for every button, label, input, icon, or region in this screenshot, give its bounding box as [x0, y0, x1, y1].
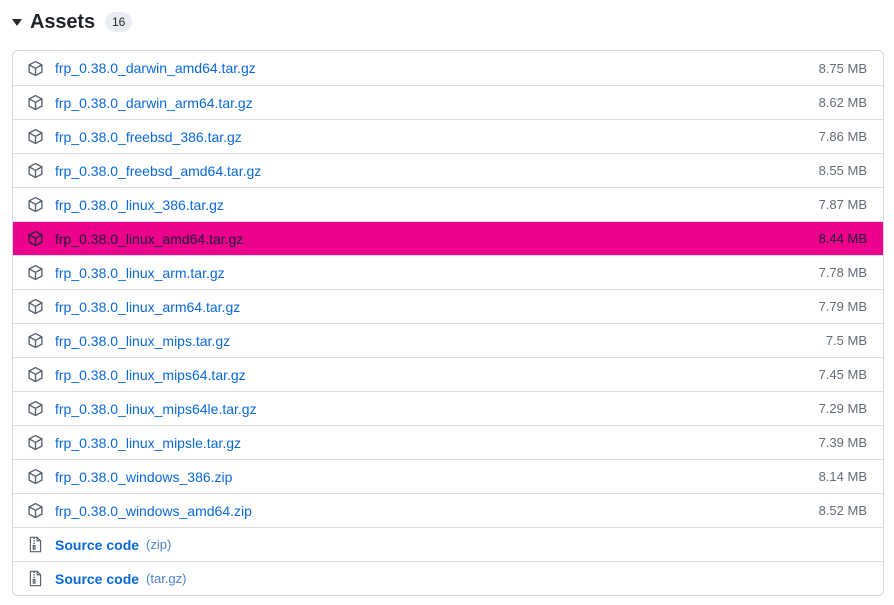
- asset-size: 8.62 MB: [818, 95, 867, 110]
- asset-name-link[interactable]: Source code: [55, 538, 139, 552]
- package-icon: [27, 502, 44, 519]
- assets-list: frp_0.38.0_darwin_amd64.tar.gz 8.75 MB frp…: [12, 50, 884, 596]
- package-icon: [27, 468, 44, 485]
- package-icon: [27, 162, 44, 179]
- package-icon: [27, 128, 44, 145]
- asset-row[interactable]: frp_0.38.0_darwin_arm64.tar.gz 8.62 MB: [13, 85, 883, 119]
- asset-size: 7.5 MB: [825, 333, 867, 348]
- asset-size: 7.79 MB: [818, 299, 867, 314]
- asset-name-link[interactable]: frp_0.38.0_linux_arm.tar.gz: [55, 266, 225, 280]
- asset-name-link[interactable]: Source code: [55, 572, 139, 586]
- asset-name-link[interactable]: frp_0.38.0_darwin_arm64.tar.gz: [55, 96, 253, 110]
- asset-row[interactable]: frp_0.38.0_linux_386.tar.gz 7.87 MB: [13, 187, 883, 221]
- asset-name-link[interactable]: frp_0.38.0_linux_mips64.tar.gz: [55, 368, 246, 382]
- asset-format-suffix: (tar.gz): [146, 571, 187, 586]
- asset-size: 7.87 MB: [818, 197, 867, 212]
- file-zip-icon: [27, 570, 44, 587]
- asset-size: 7.39 MB: [818, 435, 867, 450]
- asset-row[interactable]: frp_0.38.0_linux_arm.tar.gz 7.78 MB: [13, 255, 883, 289]
- asset-row[interactable]: frp_0.38.0_linux_mips64le.tar.gz 7.29 MB: [13, 391, 883, 425]
- asset-size: 8.44 MB: [818, 231, 867, 246]
- asset-size: 7.29 MB: [818, 401, 867, 416]
- asset-name-link[interactable]: frp_0.38.0_freebsd_386.tar.gz: [55, 130, 242, 144]
- package-icon: [27, 230, 44, 247]
- asset-name-link[interactable]: frp_0.38.0_linux_arm64.tar.gz: [55, 300, 240, 314]
- package-icon: [27, 400, 44, 417]
- package-icon: [27, 264, 44, 281]
- asset-size: 7.86 MB: [818, 129, 867, 144]
- asset-name-link[interactable]: frp_0.38.0_windows_386.zip: [55, 470, 232, 484]
- package-icon: [27, 298, 44, 315]
- asset-row[interactable]: frp_0.38.0_freebsd_amd64.tar.gz 8.55 MB: [13, 153, 883, 187]
- asset-size: 8.52 MB: [818, 503, 867, 518]
- asset-name-link[interactable]: frp_0.38.0_darwin_amd64.tar.gz: [55, 61, 256, 75]
- package-icon: [27, 332, 44, 349]
- asset-size: 7.45 MB: [818, 367, 867, 382]
- asset-size: 8.75 MB: [818, 60, 867, 76]
- package-icon: [27, 94, 44, 111]
- asset-row[interactable]: Source code (zip): [13, 527, 883, 561]
- package-icon: [27, 434, 44, 451]
- asset-size: 8.14 MB: [818, 469, 867, 484]
- asset-name-link[interactable]: frp_0.38.0_freebsd_amd64.tar.gz: [55, 164, 261, 178]
- asset-name-link[interactable]: frp_0.38.0_linux_mips.tar.gz: [55, 334, 230, 348]
- asset-size: 7.78 MB: [818, 265, 867, 280]
- asset-name-link[interactable]: frp_0.38.0_linux_386.tar.gz: [55, 198, 224, 212]
- asset-row[interactable]: frp_0.38.0_freebsd_386.tar.gz 7.86 MB: [13, 119, 883, 153]
- package-icon: [27, 60, 44, 77]
- triangle-down-icon[interactable]: [12, 18, 22, 26]
- asset-row[interactable]: frp_0.38.0_windows_386.zip 8.14 MB: [13, 459, 883, 493]
- file-zip-icon: [27, 536, 44, 553]
- asset-name-link[interactable]: frp_0.38.0_windows_amd64.zip: [55, 504, 252, 518]
- asset-row[interactable]: frp_0.38.0_linux_mipsle.tar.gz 7.39 MB: [13, 425, 883, 459]
- asset-row[interactable]: Source code (tar.gz): [13, 561, 883, 595]
- asset-name-link[interactable]: frp_0.38.0_linux_mips64le.tar.gz: [55, 402, 257, 416]
- package-icon: [27, 196, 44, 213]
- assets-count-badge: 16: [105, 12, 133, 32]
- asset-size: 8.55 MB: [818, 163, 867, 178]
- asset-row[interactable]: frp_0.38.0_linux_arm64.tar.gz 7.79 MB: [13, 289, 883, 323]
- page-title: Assets: [30, 11, 95, 33]
- asset-row[interactable]: frp_0.38.0_windows_amd64.zip 8.52 MB: [13, 493, 883, 527]
- assets-section-header[interactable]: Assets 16: [0, 0, 894, 34]
- asset-row[interactable]: frp_0.38.0_linux_mips.tar.gz 7.5 MB: [13, 323, 883, 357]
- asset-row[interactable]: frp_0.38.0_linux_mips64.tar.gz 7.45 MB: [13, 357, 883, 391]
- asset-row-selected[interactable]: frp_0.38.0_linux_amd64.tar.gz 8.44 MB: [13, 221, 883, 255]
- asset-name-link[interactable]: frp_0.38.0_linux_mipsle.tar.gz: [55, 436, 241, 450]
- asset-name-link[interactable]: frp_0.38.0_linux_amd64.tar.gz: [55, 232, 243, 246]
- asset-format-suffix: (zip): [146, 537, 172, 552]
- package-icon: [27, 366, 44, 383]
- asset-row[interactable]: frp_0.38.0_darwin_amd64.tar.gz 8.75 MB: [13, 51, 883, 85]
